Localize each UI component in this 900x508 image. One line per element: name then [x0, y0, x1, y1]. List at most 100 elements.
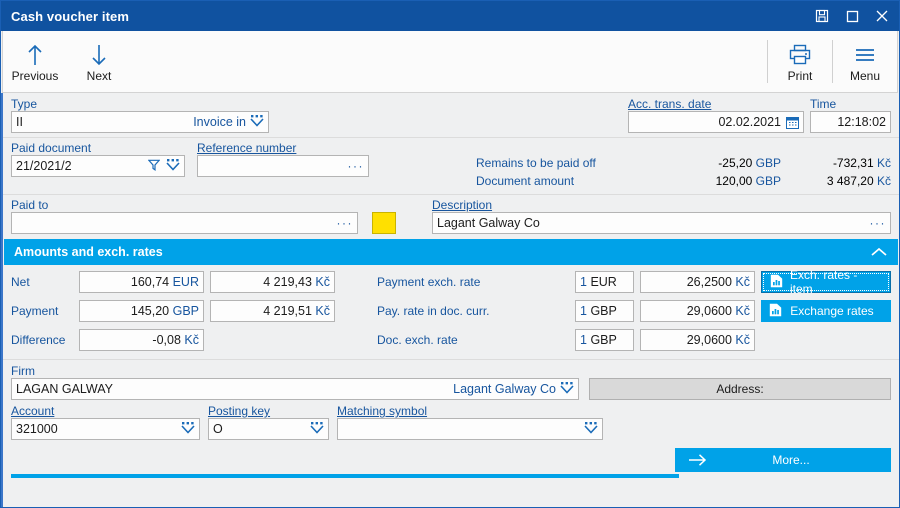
- payment-exch-rate-input[interactable]: 26,2500 Kč: [640, 271, 755, 293]
- document-amount-local: 3 487,20 Kč: [826, 174, 891, 188]
- print-label: Print: [787, 68, 813, 83]
- acc-trans-date-input[interactable]: 02.02.2021: [628, 111, 804, 133]
- payment-exch-rate-qty-input[interactable]: 1 EUR: [575, 271, 634, 293]
- menu-button[interactable]: Menu: [833, 31, 897, 92]
- collapse-chevron-up-icon[interactable]: [870, 246, 888, 258]
- firm-label: Firm: [11, 364, 35, 378]
- description-input[interactable]: Lagant Galway Co ···: [432, 212, 891, 234]
- color-swatch-wrap: [372, 198, 396, 234]
- filter-icon[interactable]: [147, 159, 161, 174]
- pay-rate-doc-curr-row: Pay. rate in doc. curr. 1 GBP 29,0600 Kč: [377, 300, 891, 322]
- more-button-label: More...: [772, 453, 810, 467]
- title-bar: Cash voucher item: [1, 1, 899, 31]
- document-amount-label: Document amount: [476, 174, 575, 188]
- payment-local-value: 4 219,51 Kč: [263, 304, 330, 318]
- cash-voucher-item-window: Cash voucher item Previous Next Print Me…: [0, 0, 900, 508]
- exchange-rates-button[interactable]: Exchange rates: [761, 300, 891, 322]
- reference-number-browse-icon[interactable]: ···: [348, 159, 365, 173]
- firm-group: Firm LAGAN GALWAY Lagant Galway Co: [11, 364, 581, 400]
- calendar-icon[interactable]: [786, 116, 799, 129]
- printer-icon: [787, 41, 813, 67]
- type-input[interactable]: II Invoice in: [11, 111, 269, 133]
- payment-amount-value: 145,20 GBP: [130, 304, 199, 318]
- close-button[interactable]: [867, 2, 897, 30]
- acc-trans-date-label: Acc. trans. date: [628, 97, 712, 111]
- doc-exch-rate-value: 29,0600 Kč: [686, 333, 750, 347]
- net-row: Net 160,74 EUR 4 219,43 Kč: [11, 271, 335, 293]
- pay-rate-doc-curr-qty-input[interactable]: 1 GBP: [575, 300, 634, 322]
- swatch-description-gap: [396, 198, 432, 234]
- difference-row: Difference -0,08 Kč: [11, 329, 335, 351]
- more-button-spacer: [11, 448, 675, 472]
- amounts-section-header[interactable]: Amounts and exch. rates: [4, 239, 898, 265]
- account-input[interactable]: 321000: [11, 418, 200, 440]
- firm-row: Firm LAGAN GALWAY Lagant Galway Co Addre…: [3, 360, 899, 400]
- doc-exch-rate-qty: 1 GBP: [580, 333, 617, 347]
- type-dropdown-icon[interactable]: [250, 114, 264, 130]
- paid-document-input[interactable]: 21/2021/2: [11, 155, 185, 177]
- amount-rows-spacer: [369, 141, 476, 191]
- description-group: Description Lagant Galway Co ···: [432, 198, 891, 234]
- posting-key-input[interactable]: O: [208, 418, 329, 440]
- account-value: 321000: [16, 422, 58, 436]
- previous-button[interactable]: Previous: [3, 31, 67, 92]
- description-value: Lagant Galway Co: [437, 216, 540, 230]
- amounts-column-gap: [335, 271, 377, 351]
- more-button[interactable]: More...: [675, 448, 891, 472]
- net-amount-input[interactable]: 160,74 EUR: [79, 271, 204, 293]
- print-button[interactable]: Print: [768, 31, 832, 92]
- color-swatch[interactable]: [372, 212, 396, 234]
- account-row: Account 321000 Posting key O Matching sy…: [3, 400, 899, 440]
- time-input[interactable]: 12:18:02: [810, 111, 891, 133]
- payment-label: Payment: [11, 304, 59, 318]
- posting-key-group: Posting key O: [208, 404, 329, 440]
- address-button-wrap: Address:: [589, 364, 891, 400]
- payment-local-input[interactable]: 4 219,51 Kč: [210, 300, 335, 322]
- doc-exch-rate-input[interactable]: 29,0600 Kč: [640, 329, 755, 351]
- maximize-button[interactable]: [837, 2, 867, 30]
- acc-trans-date-group: Acc. trans. date 02.02.2021: [628, 97, 804, 133]
- amounts-section-title: Amounts and exch. rates: [14, 245, 163, 259]
- posting-key-dropdown-icon[interactable]: [310, 421, 324, 437]
- payment-exch-rate-label: Payment exch. rate: [377, 275, 481, 289]
- exch-rates-item-label: Exch. rates - item: [790, 268, 858, 296]
- amounts-left-column: Net 160,74 EUR 4 219,43 Kč Payment 145,2…: [11, 271, 335, 351]
- exch-rates-item-button[interactable]: Exch. rates - item: [761, 268, 891, 296]
- firm-value: LAGAN GALWAY: [16, 382, 114, 396]
- address-button-label: Address:: [716, 382, 764, 396]
- matching-symbol-input[interactable]: [337, 418, 603, 440]
- body-bottom-filler: [3, 478, 899, 507]
- account-dropdown-icon[interactable]: [181, 421, 195, 437]
- net-local-input[interactable]: 4 219,43 Kč: [210, 271, 335, 293]
- firm-caption: Lagant Galway Co: [453, 382, 556, 396]
- matching-symbol-label: Matching symbol: [337, 404, 428, 418]
- paid-to-browse-icon[interactable]: ···: [337, 216, 354, 230]
- next-button[interactable]: Next: [67, 31, 131, 92]
- difference-amount-input[interactable]: -0,08 Kč: [79, 329, 204, 351]
- paid-to-input[interactable]: ···: [11, 212, 358, 234]
- paid-document-group: Paid document 21/2021/2: [11, 141, 185, 191]
- remains-row: Remains to be paid off -25,20 GBP -732,3…: [476, 155, 891, 172]
- time-group: Time 12:18:02: [810, 97, 891, 133]
- payment-amount-input[interactable]: 145,20 GBP: [79, 300, 204, 322]
- acc-trans-date-value: 02.02.2021: [718, 115, 781, 129]
- description-browse-icon[interactable]: ···: [870, 216, 887, 230]
- pay-rate-doc-curr-input[interactable]: 29,0600 Kč: [640, 300, 755, 322]
- remains-label: Remains to be paid off: [476, 156, 596, 170]
- firm-dropdown-icon[interactable]: [560, 381, 574, 397]
- pay-rate-doc-curr-qty: 1 GBP: [580, 304, 617, 318]
- firm-input[interactable]: LAGAN GALWAY Lagant Galway Co: [11, 378, 579, 400]
- form-body: Type II Invoice in Acc. trans. date 02.0…: [1, 93, 899, 507]
- address-button[interactable]: Address:: [589, 378, 891, 400]
- paid-document-icons: [147, 158, 180, 174]
- save-icon-button[interactable]: [807, 2, 837, 30]
- paid-document-dropdown-icon[interactable]: [166, 158, 180, 174]
- hamburger-menu-icon: [852, 41, 878, 67]
- paid-document-label: Paid document: [11, 141, 92, 155]
- type-value: II: [16, 115, 23, 129]
- paid-document-value: 21/2021/2: [16, 159, 72, 173]
- doc-exch-rate-qty-input[interactable]: 1 GBP: [575, 329, 634, 351]
- matching-symbol-dropdown-icon[interactable]: [584, 421, 598, 437]
- reference-number-input[interactable]: ···: [197, 155, 369, 177]
